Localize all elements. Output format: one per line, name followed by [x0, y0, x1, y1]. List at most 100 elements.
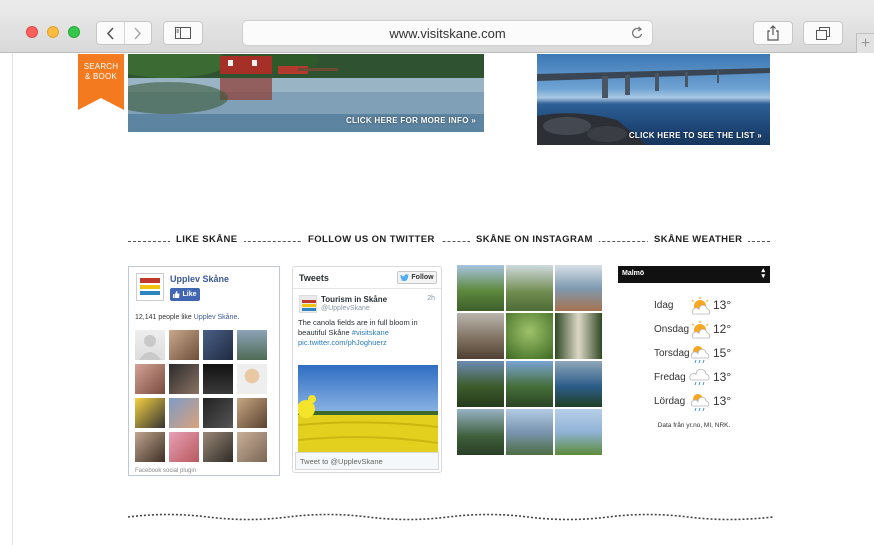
share-icon — [767, 25, 779, 41]
fan-avatar[interactable] — [203, 432, 233, 462]
fan-avatar[interactable] — [135, 364, 165, 394]
fan-avatar[interactable] — [237, 432, 267, 462]
wavy-divider — [128, 513, 773, 521]
fan-avatar[interactable] — [237, 330, 267, 360]
fan-avatar[interactable] — [169, 330, 199, 360]
city-select[interactable]: Malmö ▴ ▾ — [618, 266, 770, 283]
fan-avatar[interactable] — [237, 364, 267, 394]
tweet-author-name[interactable]: Tourism in Skåne — [321, 295, 387, 304]
twitter-follow-button[interactable]: Follow — [397, 271, 437, 284]
weather-heading: SKÅNE WEATHER — [648, 234, 749, 245]
fan-avatar[interactable] — [169, 364, 199, 394]
reload-icon[interactable] — [631, 26, 644, 40]
section-headers: LIKE SKÅNE FOLLOW US ON TWITTER SKÅNE ON… — [128, 234, 770, 248]
zoom-window-button[interactable] — [68, 26, 80, 38]
instagram-photo[interactable] — [506, 409, 553, 455]
weather-day: Onsdag — [654, 324, 690, 335]
instagram-photo[interactable] — [555, 313, 602, 359]
cloud-rain-icon — [689, 368, 710, 386]
instagram-heading: SKÅNE ON INSTAGRAM — [470, 234, 599, 245]
weather-temp: 13° — [713, 298, 732, 312]
navigation-buttons — [96, 21, 152, 45]
instagram-photo[interactable] — [555, 265, 602, 311]
forward-button[interactable] — [123, 22, 152, 44]
fan-avatar[interactable] — [135, 398, 165, 428]
instagram-photo-grid — [457, 265, 603, 455]
instagram-photo[interactable] — [457, 361, 504, 407]
tweet-time[interactable]: 2h — [427, 295, 435, 302]
default-avatar-icon — [139, 335, 161, 360]
sun-cloud-rain-icon — [690, 394, 710, 412]
fan-avatar[interactable] — [169, 432, 199, 462]
twitter-bird-icon — [400, 274, 410, 281]
tabs-overview-icon — [816, 26, 830, 40]
tweet-to-input[interactable]: Tweet to @UpplevSkane — [295, 452, 439, 470]
facebook-like-box: Upplev Skåne Like 12,141 people like Upp… — [128, 266, 280, 476]
fan-avatar[interactable] — [237, 398, 267, 428]
instagram-photo[interactable] — [457, 409, 504, 455]
more-info-link[interactable]: CLICK HERE FOR MORE INFO » — [346, 116, 476, 125]
fb-like-count: 12,141 people like Upplev Skåne. — [135, 314, 240, 321]
tweet-author-handle[interactable]: @UpplevSkane — [321, 305, 370, 312]
fb-page-name[interactable]: Upplev Skåne — [170, 274, 229, 284]
upplev-skane-logo[interactable] — [136, 273, 164, 301]
canola-field-photo[interactable] — [298, 365, 438, 461]
web-page: SEARCH & BOOK CLICK HERE FOR MORE INFO » — [12, 54, 874, 545]
fan-avatar[interactable] — [135, 432, 165, 462]
weather-temp: 13° — [713, 370, 732, 384]
upplev-skane-avatar-icon — [302, 300, 316, 311]
fan-avatar[interactable] — [169, 398, 199, 428]
share-button[interactable] — [753, 21, 793, 45]
thumbs-up-icon — [173, 291, 180, 298]
weather-row: Lördag 13° — [654, 392, 754, 412]
fan-avatar[interactable] — [203, 330, 233, 360]
lake-cottage-banner[interactable]: CLICK HERE FOR MORE INFO » — [128, 54, 484, 132]
oresund-bridge-banner[interactable]: CLICK HERE TO SEE THE LIST » — [537, 54, 770, 145]
weather-row: Idag 13° — [654, 296, 754, 316]
instagram-photo[interactable] — [555, 409, 602, 455]
close-window-button[interactable] — [26, 26, 38, 38]
back-button[interactable] — [97, 22, 124, 44]
chevron-right-icon — [134, 26, 142, 40]
sun-cloud-icon — [691, 321, 711, 339]
weather-row: Torsdag 15° — [654, 344, 754, 364]
fb-page-link[interactable]: Upplev Skåne — [194, 314, 238, 321]
tweet-author-avatar[interactable] — [299, 295, 317, 313]
browser-toolbar: www.visitskane.com + — [0, 0, 874, 53]
fb-plugin-label[interactable]: Facebook social plugin — [135, 468, 196, 474]
instagram-photo[interactable] — [506, 361, 553, 407]
weather-day: Fredag — [654, 372, 686, 383]
like-skane-heading: LIKE SKÅNE — [170, 234, 244, 245]
fan-avatar[interactable] — [203, 364, 233, 394]
weather-temp: 12° — [713, 322, 732, 336]
select-arrows-icon: ▴ ▾ — [761, 267, 765, 280]
minimize-window-button[interactable] — [47, 26, 59, 38]
weather-source[interactable]: Data från yr.no, MI, NRK. — [618, 422, 770, 429]
new-tab-button[interactable]: + — [856, 33, 874, 53]
show-tabs-button[interactable] — [803, 21, 843, 45]
tweet-text: The canola fields are in full bloom in b… — [298, 318, 418, 347]
instagram-photo[interactable] — [457, 265, 504, 311]
plus-icon: + — [860, 34, 871, 52]
address-bar[interactable]: www.visitskane.com — [242, 20, 653, 46]
sidebar-icon — [175, 27, 191, 39]
weather-row: Onsdag 12° — [654, 320, 754, 340]
instagram-photo[interactable] — [506, 313, 553, 359]
instagram-photo[interactable] — [457, 313, 504, 359]
weather-day: Torsdag — [654, 348, 690, 359]
tweet-hashtag[interactable]: #visitskane — [352, 328, 389, 337]
sun-cloud-rain-icon — [690, 346, 710, 364]
tweet-link[interactable]: pic.twitter.com/phJoghuerz — [298, 338, 387, 347]
fan-avatar[interactable] — [135, 330, 165, 360]
fb-like-button[interactable]: Like — [170, 288, 200, 301]
weather-temp: 13° — [713, 394, 732, 408]
see-list-link[interactable]: CLICK HERE TO SEE THE LIST » — [629, 131, 762, 140]
instagram-photo[interactable] — [555, 361, 602, 407]
chevron-left-icon — [106, 26, 114, 40]
weather-day: Idag — [654, 300, 674, 311]
fan-avatar[interactable] — [203, 398, 233, 428]
weather-temp: 15° — [713, 346, 732, 360]
sidebar-button[interactable] — [163, 21, 203, 45]
search-and-book-ribbon[interactable]: SEARCH & BOOK — [78, 54, 124, 110]
instagram-photo[interactable] — [506, 265, 553, 311]
